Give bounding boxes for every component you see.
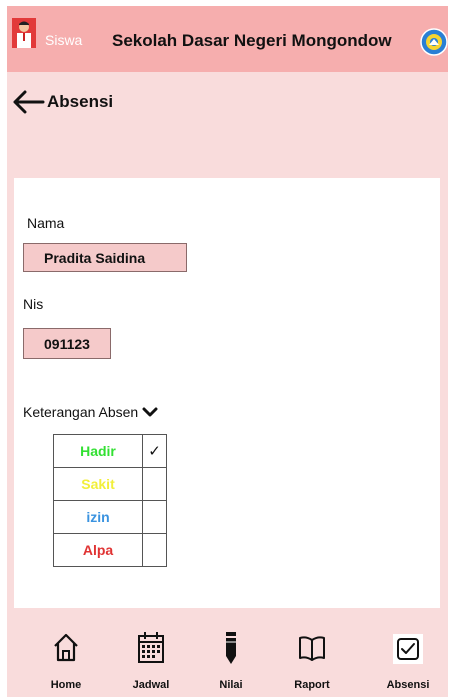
nav-label-raport: Raport [294,679,330,691]
nav-label-absensi: Absensi [386,679,430,691]
attendance-option-sakit[interactable]: Sakit [53,467,167,501]
app-header: Siswa Sekolah Dasar Negeri Mongondow [7,6,448,72]
school-logo-icon [420,28,448,56]
attendance-option-hadir[interactable]: Hadir ✓ [53,434,167,468]
checkbox-icon [393,634,423,664]
app-screen: Siswa Sekolah Dasar Negeri Mongondow Abs… [7,6,448,697]
attendance-option-alpa[interactable]: Alpa [53,533,167,567]
nav-raport[interactable]: Raport [277,630,347,691]
chevron-down-icon [142,407,158,417]
nav-jadwal[interactable]: Jadwal [116,630,186,691]
nis-field[interactable]: 091123 [23,328,111,359]
keterangan-dropdown[interactable]: Keterangan Absen [23,404,158,420]
attendance-checkbox[interactable] [142,533,167,567]
name-value: Pradita Saidina [44,249,146,266]
title-bar: Absensi [13,90,113,114]
pencil-icon [226,632,236,664]
page-title: Absensi [47,92,114,111]
back-arrow-icon[interactable] [13,90,45,114]
attendance-option-label[interactable]: izin [53,500,143,534]
nav-nilai[interactable]: Nilai [196,630,266,691]
attendance-option-label[interactable]: Sakit [53,467,143,501]
nis-value: 091123 [44,335,90,352]
student-avatar[interactable] [12,18,36,48]
nis-label: Nis [23,296,44,312]
calendar-icon [138,632,164,663]
attendance-option-label[interactable]: Hadir [53,434,143,468]
user-role: Siswa [45,32,83,48]
attendance-options-table: Hadir ✓ Sakit izin Alpa [53,434,167,567]
home-icon [54,633,78,662]
name-field[interactable]: Pradita Saidina [23,243,187,272]
nav-absensi[interactable]: Absensi [373,630,443,691]
keterangan-label: Keterangan Absen [23,404,139,420]
bottom-navigation: Home Jadwal Nilai Raport Absensi [7,630,448,697]
attendance-option-label[interactable]: Alpa [53,533,143,567]
name-label: Nama [27,215,65,231]
attendance-checkbox[interactable] [142,467,167,501]
nav-label-jadwal: Jadwal [132,679,170,691]
attendance-checkbox[interactable] [142,500,167,534]
school-name: Sekolah Dasar Negeri Mongondow [112,31,392,50]
nav-home[interactable]: Home [31,630,101,691]
nav-label-home: Home [50,679,82,691]
nav-label-nilai: Nilai [219,679,243,691]
book-icon [299,636,325,661]
attendance-checkbox[interactable]: ✓ [142,434,167,468]
attendance-option-izin[interactable]: izin [53,500,167,534]
